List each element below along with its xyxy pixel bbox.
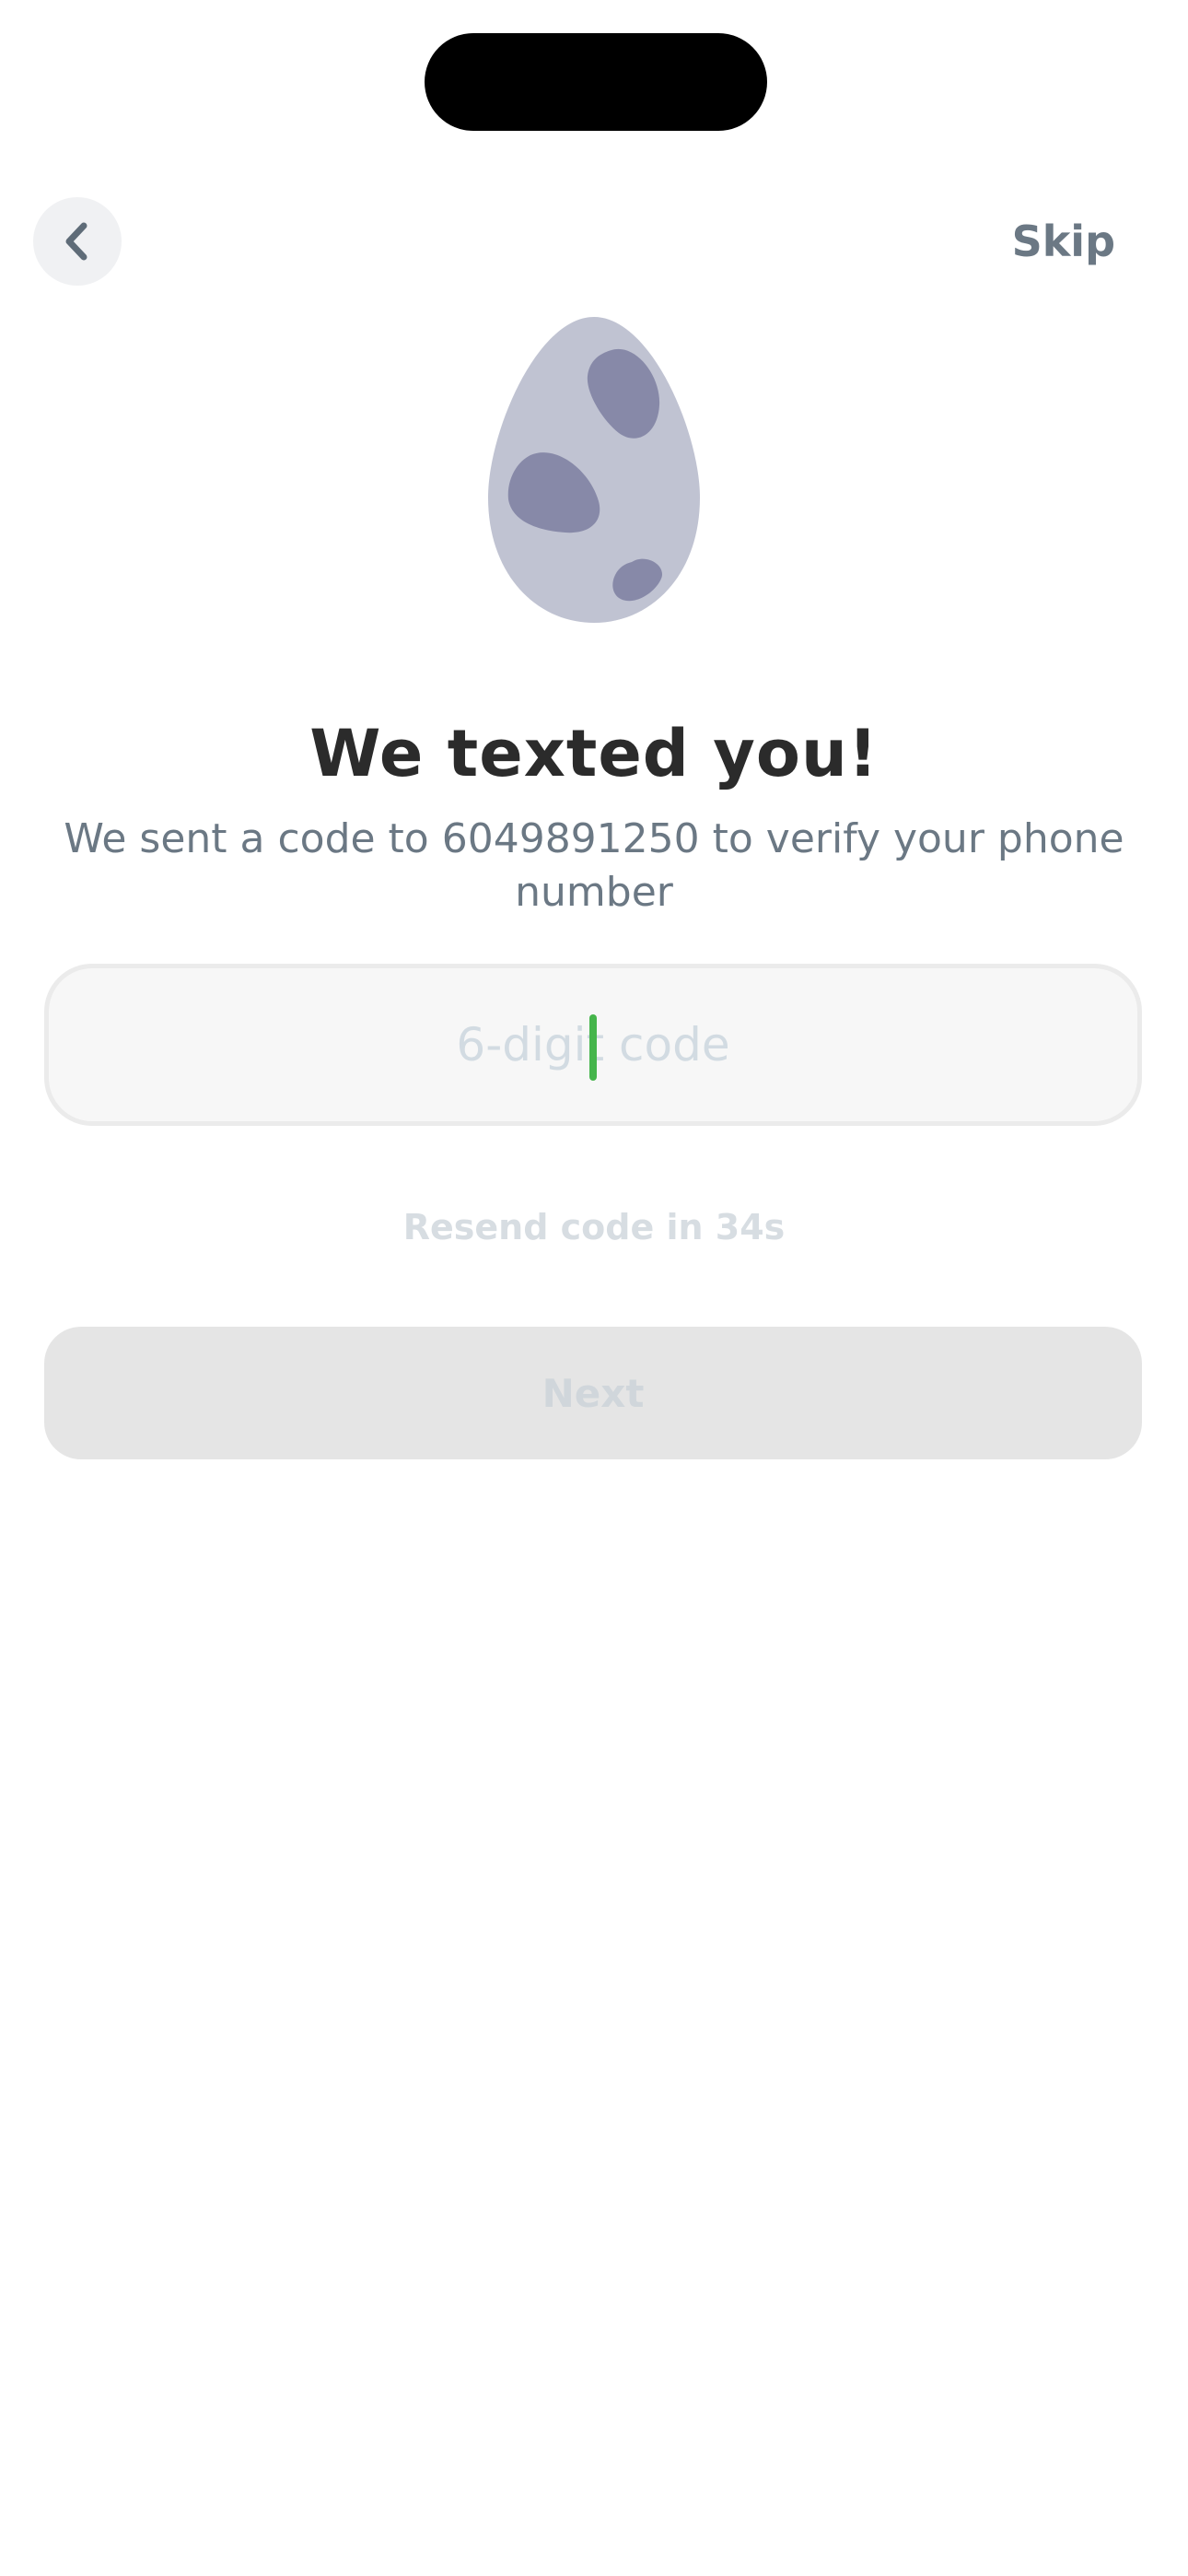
next-button[interactable]: Next [44,1327,1142,1459]
page-subtitle: We sent a code to 6049891250 to verify y… [64,815,1124,916]
verification-code-input[interactable]: 6-digit code [44,964,1142,1126]
back-button[interactable] [33,197,122,286]
dynamic-island [425,33,767,131]
resend-code-countdown: Resend code in 34s [402,1207,786,1247]
egg-icon [486,315,702,625]
chevron-left-icon [59,221,96,262]
text-caret [589,1014,597,1081]
page-title: We texted you! [309,716,879,791]
skip-button[interactable]: Skip [1012,210,1115,273]
